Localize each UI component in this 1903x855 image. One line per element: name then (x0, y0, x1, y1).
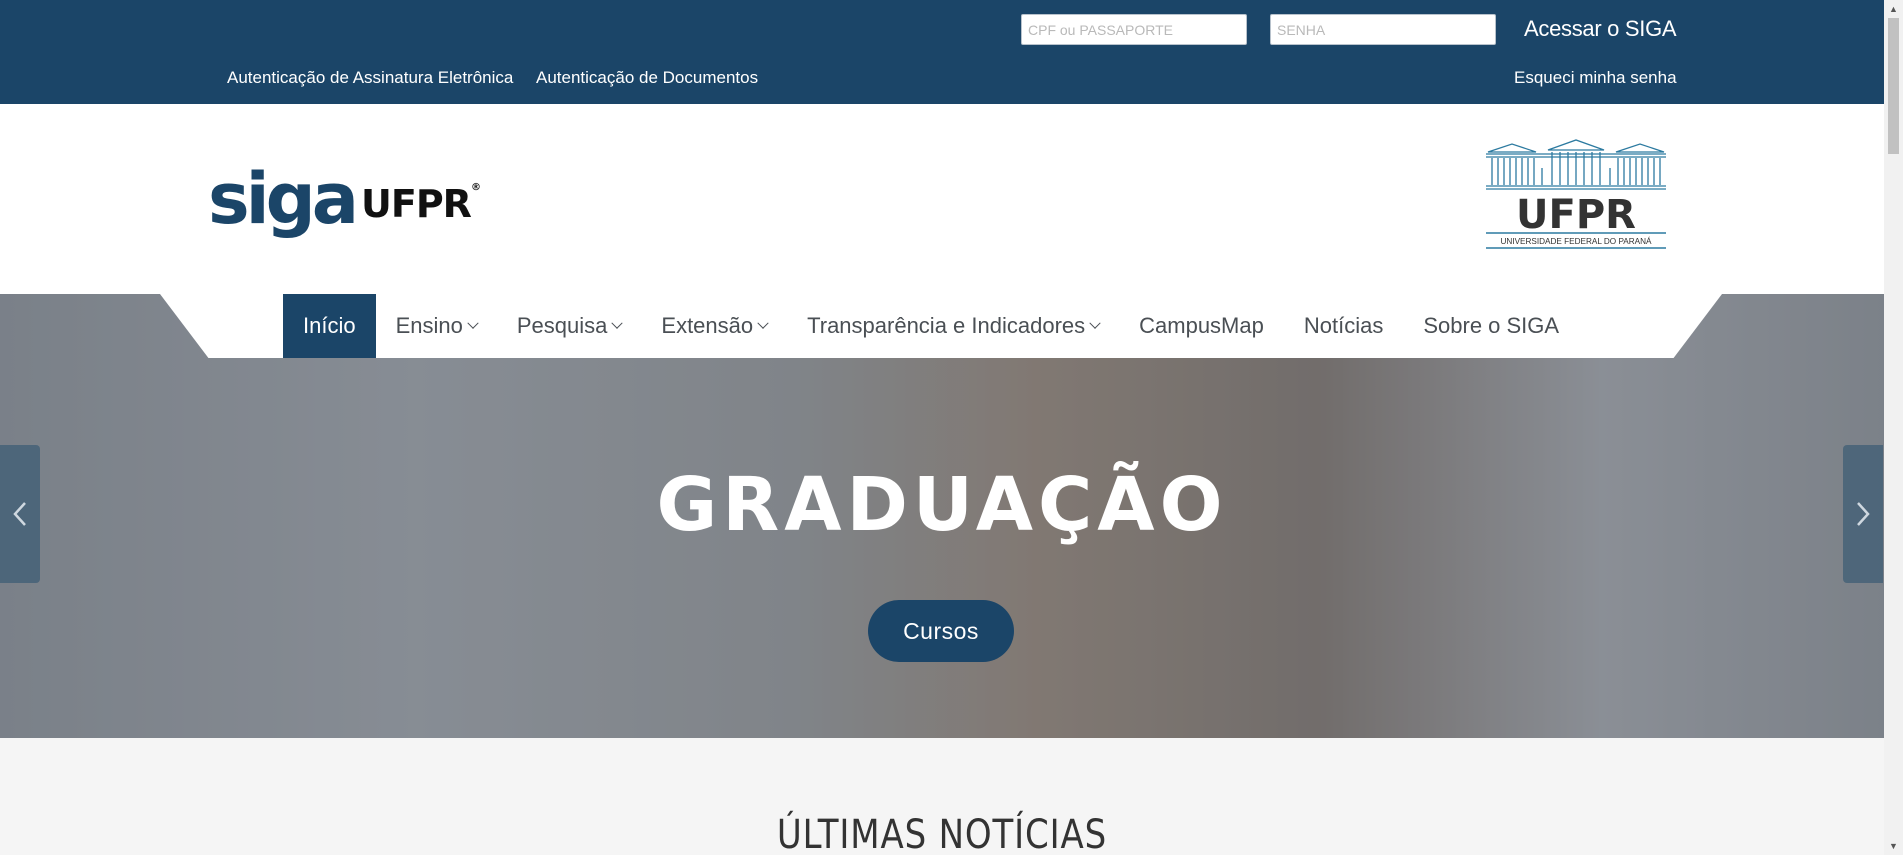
ufpr-university-logo: UFPR UNIVERSIDADE FEDERAL DO PARANÁ (1486, 139, 1666, 249)
chevron-down-icon (467, 317, 479, 329)
password-input[interactable] (1270, 14, 1496, 45)
courses-button[interactable]: Cursos (868, 600, 1014, 662)
forgot-password-link[interactable]: Esqueci minha senha (1514, 68, 1677, 88)
signature-auth-link[interactable]: Autenticação de Assinatura Eletrônica (227, 68, 513, 88)
ufpr-logo-subtitle: UNIVERSIDADE FEDERAL DO PARANÁ (1500, 236, 1652, 246)
ufpr-logo-text: UFPR (1516, 192, 1636, 238)
nav-item-transparencia[interactable]: Transparência e Indicadores (787, 294, 1119, 358)
cpf-input[interactable] (1021, 14, 1247, 45)
chevron-down-icon (1089, 317, 1101, 329)
logo-siga-text: siga (208, 158, 359, 240)
latest-news-heading: ÚLTIMAS NOTÍCIAS (776, 812, 1108, 855)
chevron-down-icon (757, 317, 769, 329)
nav-item-noticias[interactable]: Notícias (1284, 294, 1403, 358)
nav-item-extensao[interactable]: Extensão (641, 294, 787, 358)
scroll-up-arrow-icon[interactable]: ▲ (1884, 0, 1903, 18)
document-auth-link[interactable]: Autenticação de Documentos (536, 68, 758, 88)
page-scrollbar[interactable]: ▲ ▼ (1884, 0, 1903, 855)
nav-item-campusmap[interactable]: CampusMap (1119, 294, 1284, 358)
scrollbar-thumb[interactable] (1888, 18, 1899, 154)
main-nav: Início Ensino Pesquisa Extensão Transpar… (160, 294, 1722, 358)
carousel-next-button[interactable] (1843, 445, 1883, 583)
scroll-down-arrow-icon[interactable]: ▼ (1884, 837, 1903, 855)
logo-ufpr-text: UFPR® (361, 182, 481, 226)
siga-ufpr-logo[interactable]: siga UFPR® (208, 158, 481, 240)
hero-title: GRADUAÇÃO (656, 462, 1228, 548)
top-bar: Acessar o SIGA Autenticação de Assinatur… (0, 0, 1884, 104)
nav-item-inicio[interactable]: Início (283, 294, 376, 358)
chevron-right-icon (1857, 502, 1870, 526)
nav-item-sobre[interactable]: Sobre o SIGA (1403, 294, 1579, 358)
chevron-left-icon (13, 502, 26, 526)
chevron-down-icon (611, 317, 624, 329)
login-link[interactable]: Acessar o SIGA (1524, 16, 1677, 42)
nav-item-ensino[interactable]: Ensino (376, 294, 497, 358)
nav-item-pesquisa[interactable]: Pesquisa (497, 294, 642, 358)
carousel-prev-button[interactable] (0, 445, 40, 583)
